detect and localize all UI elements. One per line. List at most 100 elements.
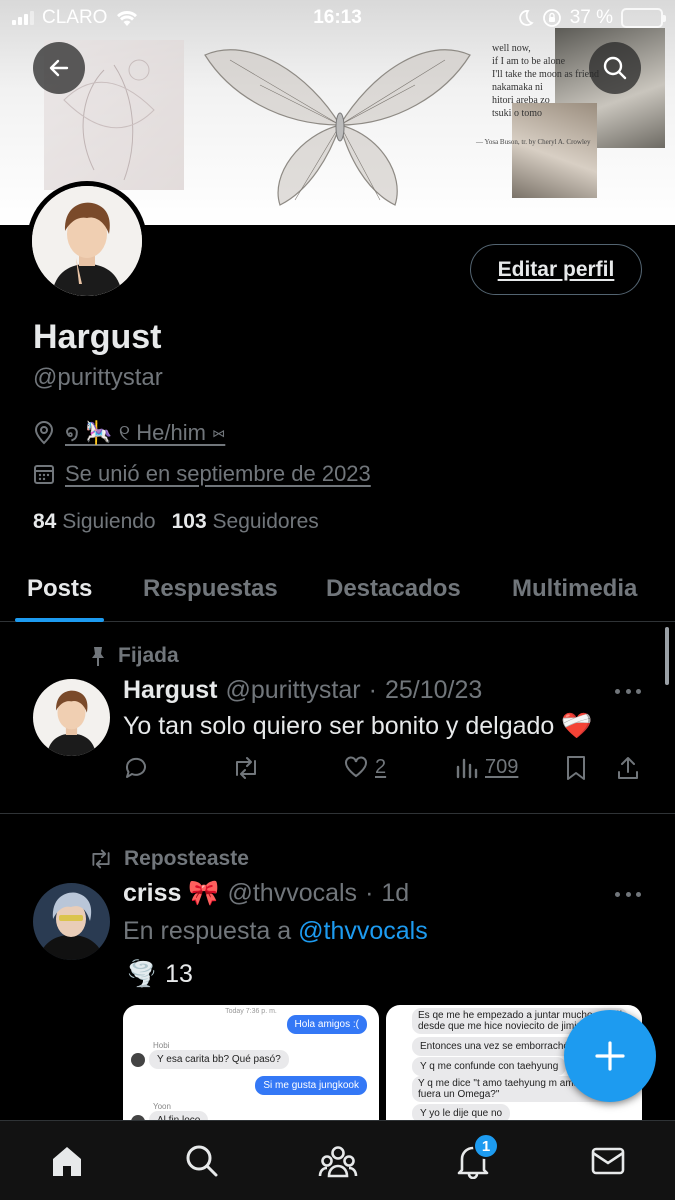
notifications-badge: 1 [473, 1133, 499, 1159]
post-avatar[interactable] [33, 883, 110, 960]
tab-destacados[interactable]: Destacados [326, 555, 461, 622]
edit-profile-button[interactable]: Editar perfil [470, 244, 642, 295]
profile-display-name: Hargust [33, 318, 162, 356]
post-text-count: 13 [165, 960, 193, 988]
chat-sender: Yoon [153, 1102, 171, 1111]
pin-icon [92, 647, 104, 666]
messages-icon [591, 1147, 625, 1175]
tab-posts[interactable]: Posts [14, 555, 105, 622]
post-text: Yo tan solo quiero ser bonito y delgado … [123, 712, 593, 740]
reply-to-label: En respuesta a [123, 917, 292, 945]
post-author-handle[interactable]: @thvvocals [227, 879, 357, 908]
post-avatar[interactable] [33, 679, 110, 756]
chat-bubble: Y esa carita bb? Qué pasó? [149, 1050, 289, 1069]
tab-respuestas[interactable]: Respuestas [143, 555, 278, 622]
like-button[interactable]: 2 [343, 755, 386, 779]
bookmark-icon [567, 756, 585, 780]
chat-sender: Hobi [153, 1041, 170, 1050]
banner-poem: well now, if I am to be alone I'll take … [492, 43, 600, 119]
post-author-name[interactable]: Hargust [123, 676, 217, 705]
search-icon [186, 1145, 218, 1177]
profile-avatar[interactable] [27, 181, 147, 301]
views-chart-icon [456, 758, 478, 779]
moon-icon [519, 10, 534, 26]
followers-link[interactable]: 103 Seguidores [172, 510, 319, 534]
nav-notifications[interactable]: 1 [451, 1133, 499, 1183]
chat-bubble: Si me gusta jungkook [255, 1076, 367, 1095]
post-text: 🌪️ 13 [126, 960, 193, 989]
chat-avatar [131, 1053, 145, 1067]
nav-search[interactable] [180, 1139, 224, 1183]
profile-tabs: Posts Respuestas Destacados Multimedia [0, 555, 675, 622]
battery-percent: 37 % [569, 7, 613, 28]
battery-icon [621, 8, 666, 28]
back-button[interactable] [33, 42, 85, 94]
reply-to-mention[interactable]: @thvvocals [298, 917, 428, 945]
compose-post-button[interactable] [564, 1010, 656, 1102]
communities-icon [318, 1146, 358, 1178]
profile-joined-date[interactable]: Se unió en septiembre de 2023 [65, 461, 371, 487]
profile-handle: @purittystar [33, 364, 163, 391]
chat-bubble: Entonces una vez se emborrachó [412, 1037, 577, 1056]
bottom-navigation: 1 [0, 1120, 675, 1200]
post-pinned[interactable]: Fijada Hargust @purittystar · 25/10/23 Yo … [0, 622, 675, 814]
views-count: 709 [485, 755, 519, 778]
follow-stats: 84 Siguiendo 103 Seguidores [33, 510, 319, 534]
post-actions: 2 709 [123, 755, 643, 785]
post-header: criss 🎀 @thvvocals · 1d [123, 879, 409, 908]
profile-location-row: ໑ 🎠 ୧ He/him ⑅ [33, 420, 225, 446]
location-pin-icon [34, 421, 54, 445]
pinned-context: Fijada [88, 644, 179, 668]
reply-button[interactable] [123, 755, 149, 781]
nav-home[interactable] [45, 1139, 89, 1183]
butterfly-wings-image [204, 49, 471, 206]
tornado-icon: 🌪️ [126, 960, 158, 988]
views-button[interactable]: 709 [455, 755, 518, 779]
bookmark-button[interactable] [565, 755, 587, 781]
post-more-button[interactable] [615, 892, 641, 897]
chat-line: fuera un Omega?" [418, 1089, 500, 1100]
nav-messages[interactable] [586, 1139, 630, 1183]
arrow-left-icon [49, 59, 69, 77]
following-label: Siguiendo [62, 510, 156, 533]
heart-icon [345, 756, 367, 778]
profile-joined-row: Se unió en septiembre de 2023 [33, 461, 371, 487]
plus-icon [595, 1041, 625, 1071]
following-link[interactable]: 84 Siguiendo [33, 510, 156, 534]
search-button[interactable] [589, 42, 641, 94]
post-date[interactable]: 25/10/23 [385, 676, 482, 705]
share-icon [618, 757, 638, 779]
post-date[interactable]: 1d [381, 879, 409, 908]
share-button[interactable] [616, 755, 640, 781]
nav-communities[interactable] [316, 1139, 360, 1183]
repost-button[interactable] [231, 755, 261, 781]
search-icon [603, 56, 627, 80]
chat-bubble: Y q me confunde con taehyung [412, 1057, 567, 1076]
post-media-image-1[interactable]: Today 7:36 p. m. Hola amigos :( Hobi Y e… [123, 1005, 379, 1125]
post-separator: · [365, 879, 374, 907]
followers-label: Seguidores [212, 510, 319, 533]
post-author-name[interactable]: criss 🎀 [123, 879, 219, 908]
orientation-lock-icon [542, 9, 561, 27]
post-more-button[interactable] [615, 689, 641, 694]
following-count: 84 [33, 510, 57, 533]
repost-icon [92, 849, 110, 869]
post-separator: · [368, 676, 377, 704]
repost-label: Reposteaste [124, 847, 249, 870]
chat-bubble: Hola amigos :( [286, 1015, 367, 1034]
post-author-handle[interactable]: @purittystar [225, 676, 360, 705]
followers-count: 103 [171, 510, 207, 533]
repost-context: Reposteaste [88, 847, 249, 871]
tab-multimedia[interactable]: Multimedia [512, 555, 637, 622]
repost-icon [236, 757, 256, 779]
pinned-label: Fijada [118, 644, 179, 667]
like-count: 2 [375, 755, 387, 778]
profile-location[interactable]: ໑ 🎠 ୧ He/him ⑅ [65, 420, 225, 446]
post-header: Hargust @purittystar · 25/10/23 [123, 676, 482, 705]
home-icon [53, 1147, 81, 1176]
banner-credit: — Yosa Buson, tr. by Cheryl A. Crowley [476, 138, 591, 146]
reply-to-line: En respuesta a @thvvocals [123, 917, 428, 946]
chat-header-time: Today 7:36 p. m. [225, 1008, 277, 1015]
reply-icon [125, 757, 146, 778]
status-bar: CLARO 16:13 37 % [0, 0, 675, 36]
